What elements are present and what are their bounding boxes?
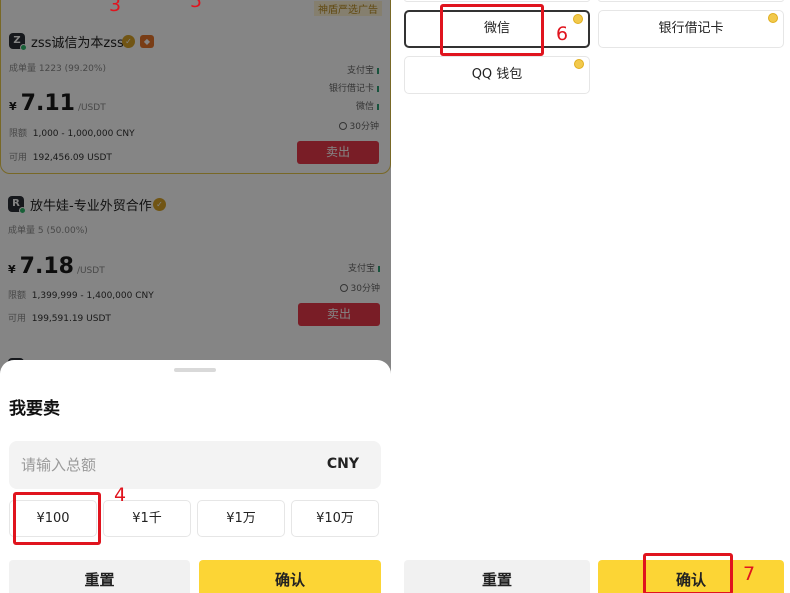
quick-amount-10k[interactable]: ¥1万 — [197, 500, 285, 537]
step-number: 4 — [114, 484, 127, 506]
coin-icon — [768, 13, 778, 23]
step-number: 5 — [190, 0, 203, 12]
reset-button[interactable]: 重置 — [9, 560, 190, 593]
payment-option-bankcard[interactable]: 银行借记卡 — [598, 10, 784, 48]
coin-icon — [574, 59, 584, 69]
quick-amount-100[interactable]: ¥100 — [9, 500, 97, 537]
confirm-button[interactable]: 确认 — [598, 560, 784, 593]
quick-amount-100k[interactable]: ¥10万 — [291, 500, 379, 537]
amount-field[interactable]: CNY — [9, 441, 381, 489]
right-panel: 微信 银行借记卡 QQ 钱包 重置 确认 — [392, 0, 790, 593]
coin-icon — [573, 14, 583, 24]
confirm-button[interactable]: 确认 — [199, 560, 381, 593]
payment-option-qqwallet[interactable]: QQ 钱包 — [404, 56, 590, 94]
payment-option-label: 微信 — [483, 21, 510, 36]
reset-button[interactable]: 重置 — [404, 560, 590, 593]
step-number: 3 — [109, 0, 122, 16]
payment-option-label: 银行借记卡 — [658, 21, 724, 36]
left-panel: 神盾严选广告 Z zss诚信为本zss ✓ ◆ 成单量 1223 (99.20%… — [0, 0, 391, 593]
payment-option-partial[interactable] — [404, 0, 590, 2]
amount-input[interactable] — [21, 441, 311, 489]
drag-handle[interactable] — [174, 368, 216, 372]
payment-option-partial[interactable] — [598, 0, 784, 2]
step-number: 7 — [743, 563, 756, 585]
payment-option-label: QQ 钱包 — [471, 67, 523, 82]
step-number: 6 — [556, 23, 569, 45]
sell-sheet: 我要卖 CNY ¥100 ¥1千 ¥1万 ¥10万 重置 确认 — [0, 360, 391, 593]
currency-label: CNY — [326, 456, 359, 472]
sheet-title: 我要卖 — [9, 399, 60, 419]
